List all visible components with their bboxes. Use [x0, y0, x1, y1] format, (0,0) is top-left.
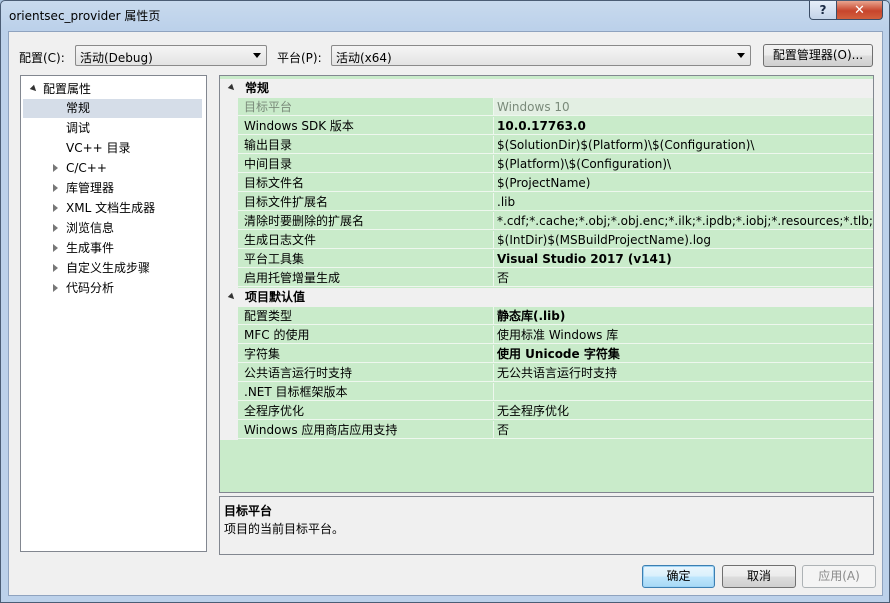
property-name: 中间目录 — [238, 155, 494, 173]
property-row[interactable]: 平台工具集 Visual Studio 2017 (v141) — [220, 250, 873, 269]
ok-button[interactable]: 确定 — [642, 565, 715, 588]
help-button[interactable]: ? — [809, 1, 837, 20]
tree-item-debugging[interactable]: 调试 — [66, 119, 90, 138]
property-name: .NET 目标框架版本 — [238, 383, 494, 401]
property-value: *.cdf;*.cache;*.obj;*.obj.enc;*.ilk;*.ip… — [494, 212, 873, 230]
tree-item-config-properties[interactable]: 配置属性 — [29, 80, 91, 99]
property-name: 目标平台 — [238, 98, 494, 116]
properties-dialog: orientsec_provider 属性页 ? ✕ 配置(C): 活动(Deb… — [0, 0, 890, 603]
property-value: Visual Studio 2017 (v141) — [494, 250, 873, 268]
property-row[interactable]: Windows SDK 版本 10.0.17763.0 — [220, 117, 873, 136]
tree-item-code-analysis[interactable]: 代码分析 — [53, 279, 114, 298]
tree-item-build-events[interactable]: 生成事件 — [53, 239, 114, 258]
property-name: 目标文件名 — [238, 174, 494, 192]
close-button[interactable]: ✕ — [836, 1, 883, 20]
description-pane: 目标平台 项目的当前目标平台。 — [219, 496, 874, 555]
property-name: Windows 应用商店应用支持 — [238, 421, 494, 439]
property-name: 公共语言运行时支持 — [238, 364, 494, 382]
property-value: 无公共语言运行时支持 — [494, 364, 873, 382]
property-name: 配置类型 — [238, 307, 494, 325]
platform-select-value: 活动(x64) — [336, 51, 392, 65]
tree-item-browse-info[interactable]: 浏览信息 — [53, 219, 114, 238]
expanded-icon — [227, 292, 237, 302]
config-manager-button[interactable]: 配置管理器(O)... — [763, 44, 873, 67]
property-value: 10.0.17763.0 — [494, 117, 873, 135]
property-value: Windows 10 — [494, 98, 873, 116]
property-name: 生成日志文件 — [238, 231, 494, 249]
property-name: 输出目录 — [238, 136, 494, 154]
property-row[interactable]: 目标平台 Windows 10 — [220, 98, 873, 117]
property-name: Windows SDK 版本 — [238, 117, 494, 135]
property-value: $(Platform)\$(Configuration)\ — [494, 155, 873, 173]
property-name: 目标文件扩展名 — [238, 193, 494, 211]
tree-item-cpp[interactable]: C/C++ — [53, 159, 107, 178]
property-value: $(SolutionDir)$(Platform)\$(Configuratio… — [494, 136, 873, 154]
property-value: $(IntDir)$(MSBuildProjectName).log — [494, 231, 873, 249]
tree-item-xml-doc-generator[interactable]: XML 文档生成器 — [53, 199, 155, 218]
property-value — [494, 383, 873, 401]
collapsed-icon — [53, 264, 58, 272]
property-row[interactable]: Windows 应用商店应用支持否 — [220, 421, 873, 440]
property-row[interactable]: 输出目录 $(SolutionDir)$(Platform)\$(Configur… — [220, 136, 873, 155]
category-general[interactable]: 常规 — [220, 79, 873, 98]
tree-item-general[interactable]: 常规 — [23, 99, 202, 118]
config-select[interactable]: 活动(Debug) — [75, 45, 267, 66]
property-row[interactable]: .NET 目标框架版本 — [220, 383, 873, 402]
property-grid[interactable]: 常规 目标平台 Windows 10 Windows SDK 版本 10.0.177… — [219, 75, 874, 493]
property-row[interactable]: 启用托管增量生成否 — [220, 269, 873, 288]
collapsed-icon — [53, 164, 58, 172]
tree-item-custom-build-step[interactable]: 自定义生成步骤 — [53, 259, 150, 278]
property-row[interactable]: 生成日志文件 $(IntDir)$(MSBuildProjectName).log — [220, 231, 873, 250]
property-row[interactable]: 目标文件扩展名 .lib — [220, 193, 873, 212]
property-row[interactable]: 目标文件名 $(ProjectName) — [220, 174, 873, 193]
property-row[interactable]: MFC 的使用 使用标准 Windows 库 — [220, 326, 873, 345]
platform-label: 平台(P): — [277, 51, 322, 65]
description-text: 项目的当前目标平台。 — [224, 522, 345, 536]
apply-button[interactable]: 应用(A) — [802, 565, 876, 588]
property-value: 否 — [494, 269, 873, 287]
tree-item-vc-directories[interactable]: VC++ 目录 — [66, 139, 131, 158]
property-value: 静态库(.lib) — [494, 307, 873, 325]
property-row[interactable]: 全程序优化 无全程序优化 — [220, 402, 873, 421]
property-value: 否 — [494, 421, 873, 439]
property-value: $(ProjectName) — [494, 174, 873, 192]
chevron-down-icon — [737, 53, 745, 58]
collapsed-icon — [53, 244, 58, 252]
property-name: 清除时要删除的扩展名 — [238, 212, 494, 230]
collapsed-icon — [53, 224, 58, 232]
property-row[interactable]: 公共语言运行时支持 无公共语言运行时支持 — [220, 364, 873, 383]
tree-item-librarian[interactable]: 库管理器 — [53, 179, 114, 198]
property-name: 字符集 — [238, 345, 494, 363]
window-title: orientsec_provider 属性页 — [9, 9, 161, 23]
collapsed-icon — [53, 204, 58, 212]
property-row[interactable]: 字符集 使用 Unicode 字符集 — [220, 345, 873, 364]
collapsed-icon — [53, 284, 58, 292]
property-value: .lib — [494, 193, 873, 211]
property-row[interactable]: 配置类型 静态库(.lib) — [220, 307, 873, 326]
property-row[interactable]: 中间目录 $(Platform)\$(Configuration)\ — [220, 155, 873, 174]
dialog-client-area: 配置(C): 活动(Debug) 平台(P): 活动(x64) 配置管理器(O)… — [8, 31, 883, 596]
platform-select[interactable]: 活动(x64) — [331, 45, 751, 66]
category-tree[interactable]: 配置属性 常规 调试 VC++ 目录 C/C++ 库管理器 XML 文档生成器 … — [20, 75, 207, 552]
property-name: 全程序优化 — [238, 402, 494, 420]
property-name: 启用托管增量生成 — [238, 269, 494, 287]
category-project-defaults[interactable]: 项目默认值 — [220, 288, 873, 307]
collapsed-icon — [53, 184, 58, 192]
property-value: 使用标准 Windows 库 — [494, 326, 873, 344]
property-row[interactable]: 清除时要删除的扩展名 *.cdf;*.cache;*.obj;*.obj.enc;… — [220, 212, 873, 231]
chevron-down-icon — [253, 53, 261, 58]
title-bar[interactable]: orientsec_provider 属性页 ? ✕ — [1, 1, 889, 27]
expanded-icon — [29, 84, 39, 94]
cancel-button[interactable]: 取消 — [722, 565, 796, 588]
property-value: 使用 Unicode 字符集 — [494, 345, 873, 363]
description-title: 目标平台 — [224, 504, 273, 518]
property-name: MFC 的使用 — [238, 326, 494, 344]
property-name: 平台工具集 — [238, 250, 494, 268]
property-value: 无全程序优化 — [494, 402, 873, 420]
config-label: 配置(C): — [19, 51, 65, 65]
expanded-icon — [227, 83, 237, 93]
config-select-value: 活动(Debug) — [80, 51, 153, 65]
